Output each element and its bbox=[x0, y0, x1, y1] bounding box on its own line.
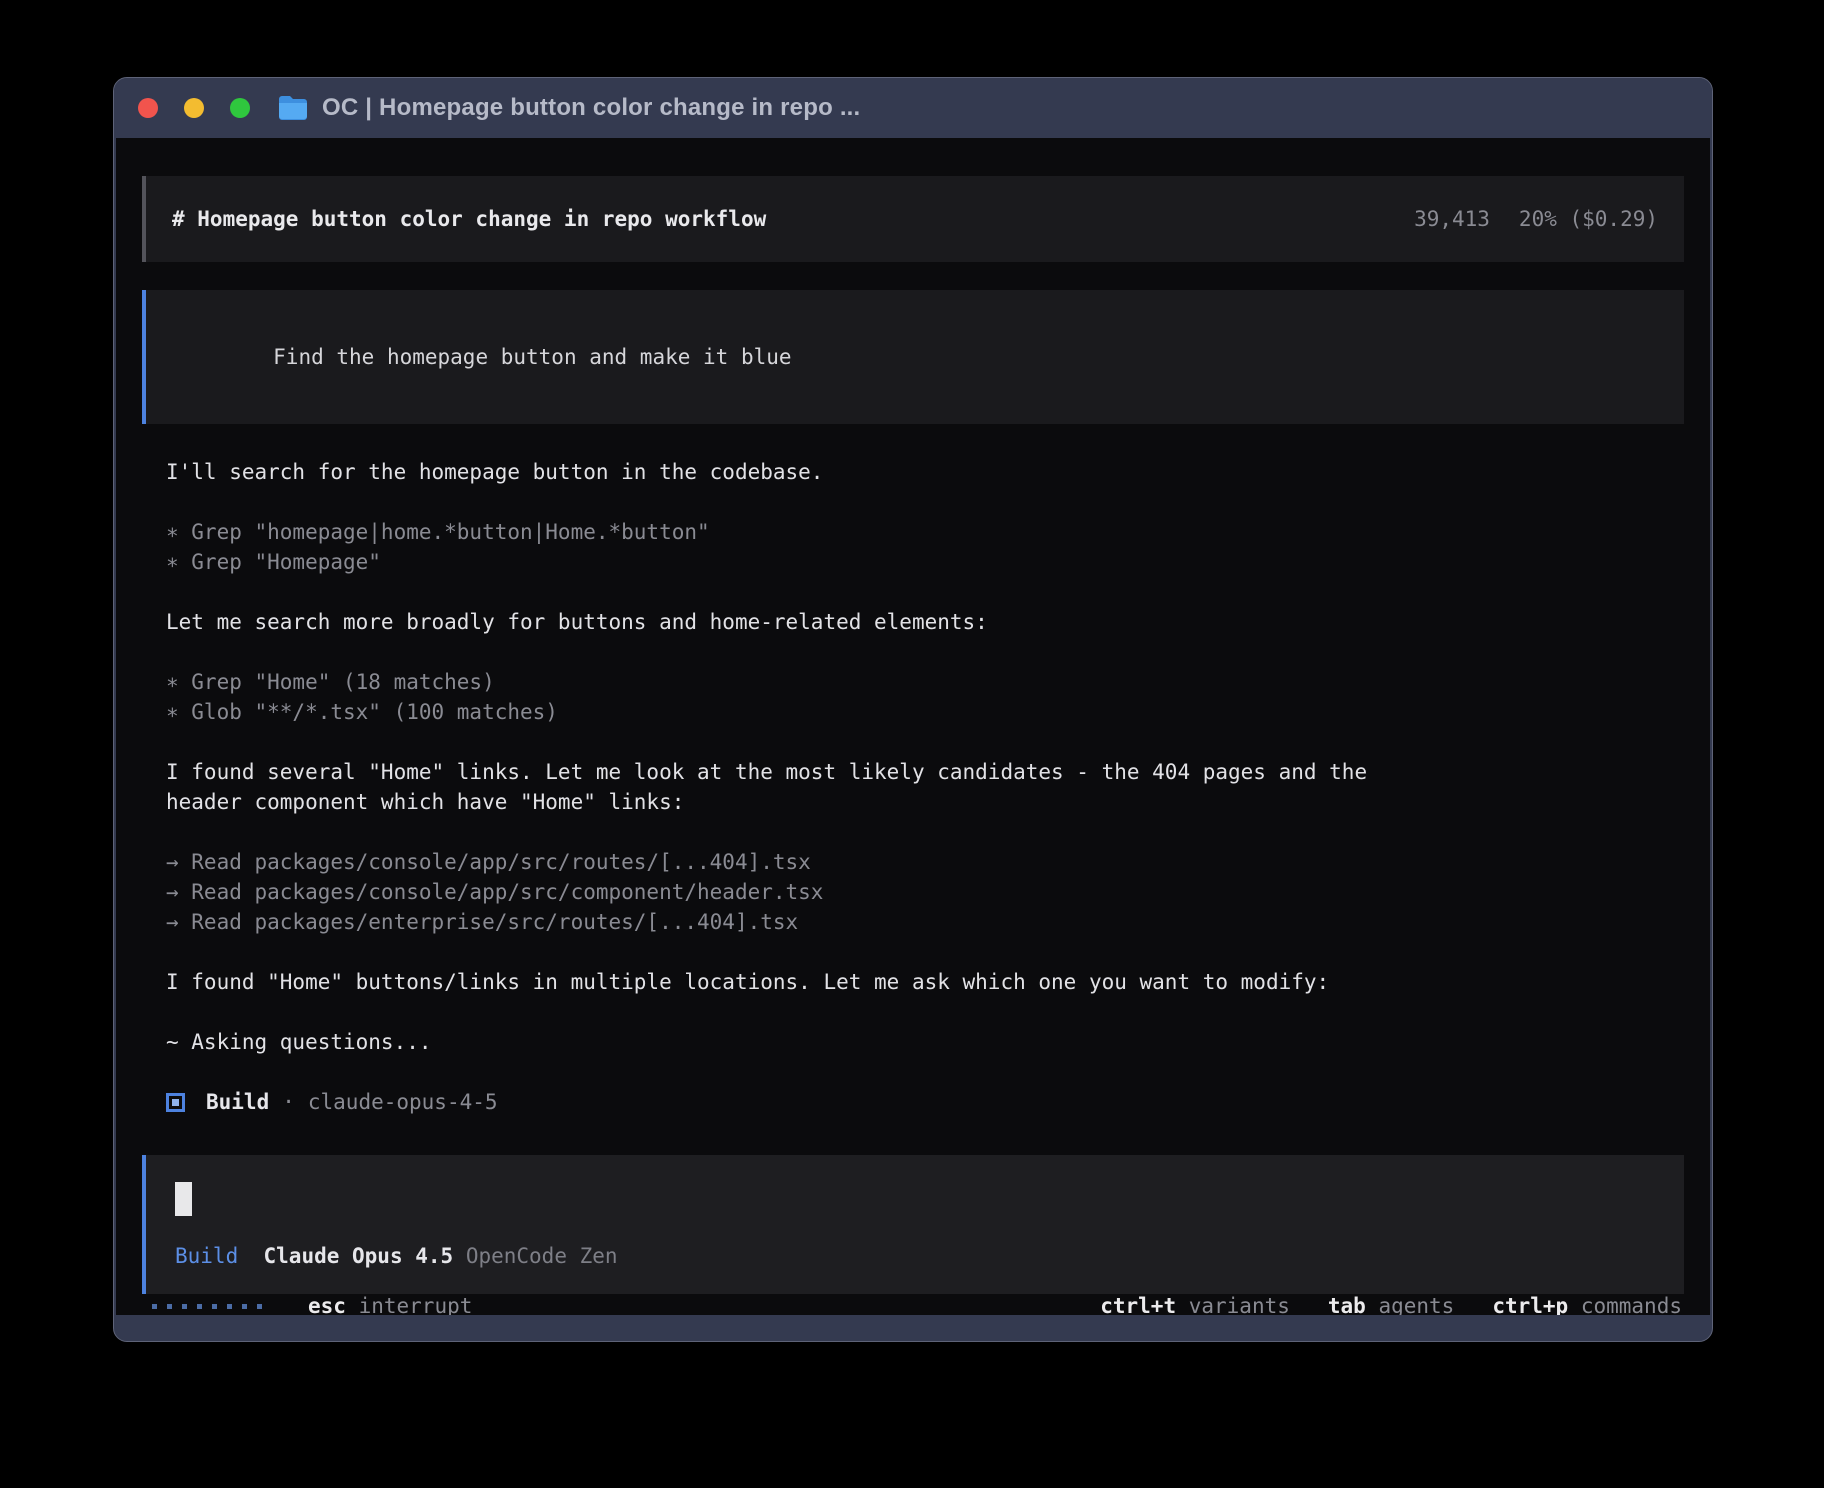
transcript-line: ∗ Glob "**/*.tsx" (100 matches) bbox=[166, 697, 1684, 727]
agent-name: Build bbox=[206, 1087, 269, 1117]
spinner-dots bbox=[152, 1304, 262, 1309]
text-cursor bbox=[175, 1182, 192, 1216]
agent-build-icon bbox=[166, 1093, 185, 1112]
minimize-button[interactable] bbox=[184, 98, 204, 118]
terminal-content: # Homepage button color change in repo w… bbox=[116, 138, 1710, 1315]
transcript-line: → Read packages/enterprise/src/routes/[.… bbox=[166, 907, 1684, 937]
hint-label: commands bbox=[1568, 1294, 1682, 1315]
transcript-line: I'll search for the homepage button in t… bbox=[166, 457, 1684, 487]
user-message-text: Find the homepage button and make it blu… bbox=[273, 345, 791, 369]
status-bar: esc interrupt ctrl+t variantstab agentsc… bbox=[142, 1294, 1684, 1315]
transcript-line bbox=[166, 1057, 1684, 1087]
folder-icon bbox=[278, 95, 308, 121]
transcript-line bbox=[166, 817, 1684, 847]
hint-label: agents bbox=[1366, 1294, 1455, 1315]
zoom-button[interactable] bbox=[230, 98, 250, 118]
session-stats: 39,413 20% ($0.29) bbox=[1414, 207, 1658, 231]
spinner-dot bbox=[167, 1304, 172, 1309]
input-provider-label: OpenCode Zen bbox=[466, 1244, 618, 1268]
traffic-lights bbox=[138, 98, 250, 118]
transcript-line bbox=[166, 577, 1684, 607]
spinner-dot bbox=[182, 1304, 187, 1309]
transcript-line bbox=[166, 937, 1684, 967]
token-count: 39,413 bbox=[1414, 207, 1490, 231]
transcript-line: Let me search more broadly for buttons a… bbox=[166, 607, 1684, 637]
spinner-dot bbox=[212, 1304, 217, 1309]
interrupt-label-text: interrupt bbox=[359, 1294, 473, 1315]
terminal-window: OC | Homepage button color change in rep… bbox=[113, 77, 1713, 1342]
input-agent-label[interactable]: Build bbox=[175, 1244, 238, 1268]
transcript: I'll search for the homepage button in t… bbox=[166, 424, 1684, 1087]
transcript-line bbox=[166, 997, 1684, 1027]
transcript-line: ∗ Grep "Home" (18 matches) bbox=[166, 667, 1684, 697]
spinner-dot bbox=[152, 1304, 157, 1309]
window-title: OC | Homepage button color change in rep… bbox=[322, 94, 860, 122]
desktop: OC | Homepage button color change in rep… bbox=[0, 0, 1824, 1488]
hint-key: ctrl+t bbox=[1100, 1294, 1176, 1315]
hint-label: variants bbox=[1176, 1294, 1290, 1315]
agent-model: claude-opus-4-5 bbox=[308, 1087, 498, 1117]
statusbar-hints: ctrl+t variants tab agents ctrl+p commands bbox=[1100, 1294, 1682, 1315]
esc-key-hint: esc bbox=[308, 1294, 346, 1315]
transcript-line: I found "Home" buttons/links in multiple… bbox=[166, 967, 1684, 997]
statusbar-left: esc interrupt bbox=[144, 1294, 472, 1315]
close-button[interactable] bbox=[138, 98, 158, 118]
spinner-dot bbox=[257, 1304, 262, 1309]
transcript-line: I found several "Home" links. Let me loo… bbox=[166, 757, 1684, 787]
spinner-dot bbox=[197, 1304, 202, 1309]
transcript-line: → Read packages/console/app/src/componen… bbox=[166, 877, 1684, 907]
input-meta: Build Claude Opus 4.5 OpenCode Zen bbox=[175, 1244, 1655, 1268]
transcript-line: → Read packages/console/app/src/routes/[… bbox=[166, 847, 1684, 877]
keyboard-hint: ctrl+p commands bbox=[1492, 1294, 1682, 1315]
user-message: Find the homepage button and make it blu… bbox=[142, 290, 1684, 424]
transcript-line bbox=[166, 487, 1684, 517]
interrupt-label bbox=[346, 1294, 359, 1315]
input-model-label[interactable]: Claude Opus 4.5 bbox=[264, 1244, 454, 1268]
agent-status-line: Build · claude-opus-4-5 bbox=[166, 1087, 1684, 1117]
keyboard-hint: tab agents bbox=[1328, 1294, 1454, 1315]
hint-key: ctrl+p bbox=[1492, 1294, 1568, 1315]
session-title: # Homepage button color change in repo w… bbox=[172, 207, 766, 231]
titlebar[interactable]: OC | Homepage button color change in rep… bbox=[114, 78, 1712, 138]
session-header: # Homepage button color change in repo w… bbox=[142, 176, 1684, 262]
keyboard-hint: ctrl+t variants bbox=[1100, 1294, 1290, 1315]
agent-separator: · bbox=[282, 1087, 295, 1117]
hint-key: tab bbox=[1328, 1294, 1366, 1315]
transcript-line: ∗ Grep "Homepage" bbox=[166, 547, 1684, 577]
context-usage: 20% ($0.29) bbox=[1519, 207, 1658, 231]
spinner-dot bbox=[242, 1304, 247, 1309]
prompt-input[interactable]: Build Claude Opus 4.5 OpenCode Zen bbox=[142, 1155, 1684, 1294]
transcript-line bbox=[166, 727, 1684, 757]
transcript-line bbox=[166, 637, 1684, 667]
transcript-line: ∗ Grep "homepage|home.*button|Home.*butt… bbox=[166, 517, 1684, 547]
transcript-line: ~ Asking questions... bbox=[166, 1027, 1684, 1057]
transcript-line: header component which have "Home" links… bbox=[166, 787, 1684, 817]
spinner-dot bbox=[227, 1304, 232, 1309]
